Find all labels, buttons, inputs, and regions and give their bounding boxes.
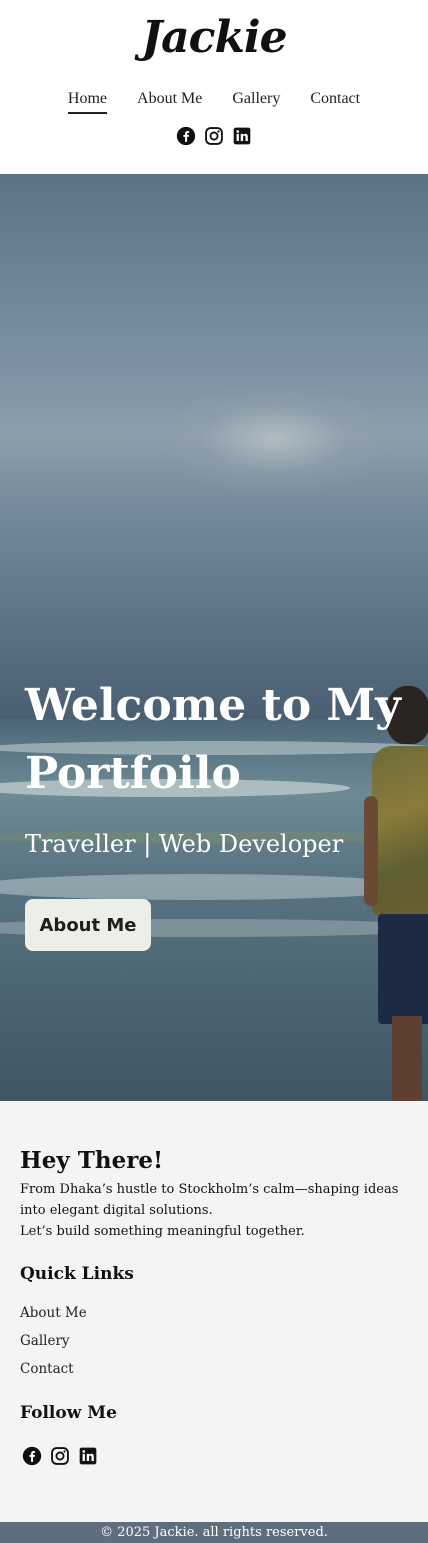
footer-intro-line: From Dhaka’s hustle to Stockholm’s calm—…	[20, 1182, 399, 1218]
footer-intro-line: Let’s build something meaningful togethe…	[20, 1224, 305, 1239]
logo[interactable]: Jackie	[0, 12, 428, 63]
quick-link-about-me[interactable]: About Me	[20, 1303, 87, 1323]
footer-intro: From Dhaka’s hustle to Stockholm’s calm—…	[20, 1179, 410, 1242]
quick-link-contact[interactable]: Contact	[20, 1359, 87, 1379]
quick-links: About Me Gallery Contact	[20, 1303, 87, 1379]
instagram-icon[interactable]	[50, 1446, 70, 1468]
quick-links-heading: Quick Links	[20, 1264, 134, 1284]
hero-background-sky	[160, 384, 390, 494]
nav-gallery[interactable]: Gallery	[232, 88, 280, 114]
footer-social-links	[22, 1446, 98, 1468]
follow-me-heading: Follow Me	[20, 1403, 117, 1423]
linkedin-icon[interactable]	[232, 126, 252, 148]
header-social-links	[0, 126, 428, 148]
quick-link-gallery[interactable]: Gallery	[20, 1331, 87, 1351]
hero-title: Welcome to My Portfoilo	[25, 680, 401, 799]
site-footer: Hey There! From Dhaka’s hustle to Stockh…	[0, 1101, 428, 1522]
hero-section: Welcome to My Portfoilo Traveller | Web …	[0, 174, 428, 1101]
facebook-icon[interactable]	[22, 1446, 42, 1468]
linkedin-icon[interactable]	[78, 1446, 98, 1468]
copyright-bar: © 2025 Jackie. all rights reserved.	[0, 1522, 428, 1543]
nav-contact[interactable]: Contact	[310, 88, 360, 114]
site-header: Jackie Home About Me Gallery Contact	[0, 0, 428, 174]
nav-about-me[interactable]: About Me	[137, 88, 202, 114]
facebook-icon[interactable]	[176, 126, 196, 148]
about-me-button[interactable]: About Me	[25, 899, 151, 951]
main-nav: Home About Me Gallery Contact	[0, 88, 428, 114]
hero-subtitle: Traveller | Web Developer	[25, 830, 344, 858]
instagram-icon[interactable]	[204, 126, 224, 148]
footer-heading: Hey There!	[20, 1147, 164, 1174]
nav-home[interactable]: Home	[67, 88, 108, 114]
